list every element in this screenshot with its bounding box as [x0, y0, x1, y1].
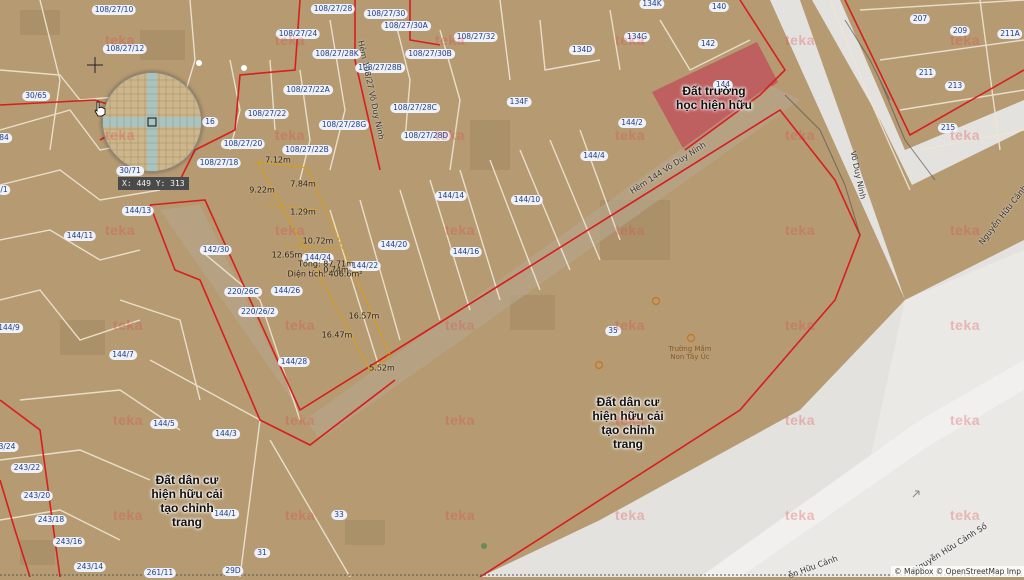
lot-number-label[interactable]: 108/27/22A	[283, 85, 333, 95]
lot-number-label[interactable]: 220/26/2	[238, 307, 278, 317]
lot-number-label[interactable]: 84	[0, 133, 12, 143]
measurement-label: Diện tích: 406.6m²	[287, 269, 363, 279]
measurement-label: 12.65m	[271, 250, 303, 260]
lot-number-label[interactable]: 108/27/30A	[381, 21, 431, 31]
land-use-zone-label: Đất trường học hiện hữu	[675, 84, 753, 112]
lot-number-label[interactable]: 134D	[568, 45, 596, 55]
lot-number-label[interactable]: 144/4	[580, 151, 608, 161]
lot-number-label[interactable]: 207	[909, 14, 931, 24]
lot-number-label[interactable]: 108/27/28	[310, 4, 356, 14]
measurement-label: 5.52m	[369, 363, 395, 373]
lot-number-label[interactable]: 108/27/22B	[282, 145, 332, 155]
lot-number-label[interactable]: 215	[937, 123, 959, 133]
lot-number-label[interactable]: 108/27/30	[363, 9, 409, 19]
lot-number-label[interactable]: 140	[708, 2, 730, 12]
lot-number-label[interactable]: 108/27/28D	[400, 131, 452, 141]
lot-number-label[interactable]: 29D	[222, 566, 244, 576]
lot-number-label[interactable]: 243/16	[52, 537, 86, 547]
lot-number-label[interactable]: 144/26	[270, 286, 304, 296]
measurement-label: 16.57m	[348, 311, 380, 321]
lot-number-label[interactable]: 108/27/32	[453, 32, 499, 42]
lot-number-label[interactable]: 142/30	[199, 245, 233, 255]
lot-number-label[interactable]: 144/20	[377, 240, 411, 250]
lot-number-label[interactable]: 243/20	[20, 491, 54, 501]
map-canvas[interactable]: 108/27/10 108/27/12 30/65 108/27/24 108/27/2…	[0, 0, 1024, 580]
hand-cursor-icon	[94, 101, 106, 117]
map-attribution[interactable]: © Mapbox © OpenStreetMap Imp	[891, 566, 1024, 577]
lot-number-label[interactable]: 108/27/24	[275, 29, 321, 39]
lot-number-label[interactable]: 243/22	[10, 463, 44, 473]
lot-number-label[interactable]: 144/11	[63, 231, 97, 241]
lot-number-label[interactable]: 144/13	[121, 206, 155, 216]
land-use-zone-label: Đất dân cư hiện hữu cải tạo chỉnh trang	[151, 473, 223, 529]
lot-number-label[interactable]: 108/27/28C	[390, 103, 440, 113]
lot-number-label[interactable]: 142	[697, 39, 719, 49]
measurement-label: 9.22m	[249, 185, 275, 195]
lot-number-label[interactable]: 144/5	[150, 419, 178, 429]
lot-number-label[interactable]: 213	[944, 81, 966, 91]
lot-number-label[interactable]: 144/2	[618, 118, 646, 128]
lot-number-label[interactable]: 30/71	[116, 166, 144, 176]
magnifier-grid	[103, 73, 201, 171]
lot-number-label[interactable]: 243/18	[34, 515, 68, 525]
lot-number-label[interactable]: 144/9	[0, 323, 23, 333]
magnifier-loupe	[102, 72, 202, 172]
measurement-label: 1.29m	[290, 207, 316, 217]
lot-number-label[interactable]: 144/28	[277, 357, 311, 367]
lot-number-label[interactable]: 108/27/28K	[312, 49, 362, 59]
lot-number-label[interactable]: 243/14	[73, 562, 107, 572]
lot-number-label[interactable]: 144/10	[510, 195, 544, 205]
lot-number-label[interactable]: 108/27/22	[244, 109, 290, 119]
cursor-coordinate-readout: X: 449 Y: 313	[118, 177, 189, 190]
lot-number-label[interactable]: 134K	[639, 0, 665, 9]
poi-label[interactable]: Trường Mầm Non Tây Úc	[668, 345, 711, 361]
lot-number-label[interactable]: 144/3	[212, 429, 240, 439]
measurement-label: 10.72m	[302, 236, 334, 246]
lot-number-label[interactable]: 108/27/28G	[318, 120, 370, 130]
lot-number-label[interactable]: 108/27/10	[91, 5, 137, 15]
lot-number-label[interactable]: 30/65	[22, 91, 50, 101]
lot-number-label[interactable]: 144/7	[109, 350, 137, 360]
lot-number-label[interactable]: 108/27/30B	[405, 49, 455, 59]
lot-number-label[interactable]: 144/16	[449, 247, 483, 257]
lot-number-label[interactable]: 16	[202, 117, 218, 127]
lot-number-label[interactable]: 108/27/18	[196, 158, 242, 168]
lot-number-label[interactable]: 211	[915, 68, 937, 78]
lot-number-label[interactable]: 31	[254, 548, 270, 558]
lot-number-label[interactable]: 220/26C	[224, 287, 262, 297]
measurement-label: 7.12m	[265, 155, 291, 165]
lot-number-label[interactable]: 35	[605, 326, 621, 336]
lot-number-label[interactable]: 134G	[623, 32, 651, 42]
lot-number-label[interactable]: 33	[331, 510, 347, 520]
lot-number-label[interactable]: 144/14	[434, 191, 468, 201]
measurement-label: 16.47m	[321, 330, 353, 340]
lot-number-label[interactable]: 134F	[506, 97, 532, 107]
measurement-label: 7.84m	[290, 179, 316, 189]
lot-number-label[interactable]: 211A	[997, 29, 1023, 39]
lot-number-label[interactable]: 3/24	[0, 442, 19, 452]
lot-number-label[interactable]: 108/27/12	[102, 44, 148, 54]
land-use-zone-label: Đất dân cư hiện hữu cải tạo chỉnh trang	[592, 395, 664, 451]
lot-number-label[interactable]: 108/27/20	[220, 139, 266, 149]
lot-number-label[interactable]: 209	[949, 26, 971, 36]
